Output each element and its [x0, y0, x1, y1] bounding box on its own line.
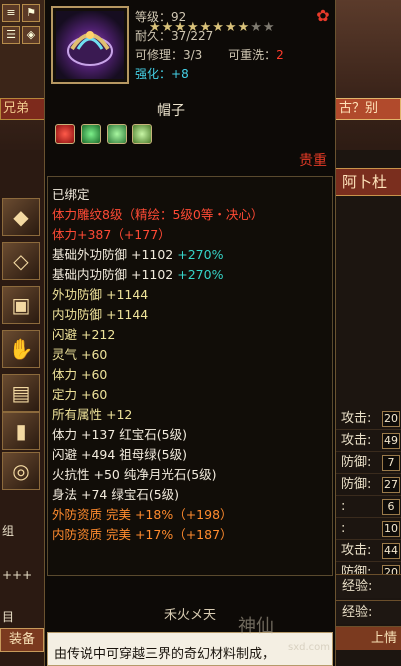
attribute-line: 定力 +60 [52, 387, 108, 402]
left-banner: 兄弟 [0, 98, 46, 120]
item-icon-frame [51, 6, 129, 84]
stamina-bonus: 体力+387（+177） [52, 227, 171, 242]
gem-slots [55, 124, 154, 146]
item-quality: 贵重 [299, 153, 327, 169]
equip-slot-belt[interactable]: ▤ [2, 374, 40, 412]
equip-slot-bracer[interactable]: ▣ [2, 286, 40, 324]
left-label-plus: +++ [2, 568, 33, 582]
character-name-banner: 阿卜杜 [335, 168, 401, 196]
site-watermark: 神仙 [238, 616, 274, 637]
aptitude-line: 外防资质 完美 +18%（+198） [52, 507, 233, 522]
item-maker: 禾火メ天 [163, 608, 216, 623]
item-name-row: 帽子 [45, 98, 335, 120]
hat-icon [56, 11, 124, 79]
aptitude-line: 内防资质 完美 +17%（+187） [52, 527, 233, 542]
equip-slot-glove[interactable]: ✋ [2, 330, 40, 368]
gem-attribute-line: 闪避 +494 祖母绿(5级) [52, 447, 187, 462]
stat-row: 防御: 7 [335, 452, 401, 474]
site-watermark-url: sxd.com [288, 642, 331, 653]
menu-icon[interactable]: ≡ [2, 4, 20, 22]
gem-attribute-line: 火抗性 +50 纯净月光石(5级) [52, 467, 217, 482]
attribute-line: 内功防御 +1144 [52, 307, 149, 322]
flag-icon[interactable]: ⚑ [22, 4, 40, 22]
attribute-line: 基础内功防御 +1102 +270% [52, 267, 224, 282]
item-enhance: 强化：+8 [135, 67, 189, 81]
attribute-line: 体力 +60 [52, 367, 108, 382]
attribute-line: 基础外功防御 +1102 +270% [52, 247, 224, 262]
bound-status: 已绑定 [52, 187, 90, 202]
ruby-gem-icon [55, 124, 75, 144]
emerald-gem-icon [80, 124, 101, 144]
stat-row: 攻击: 49 [335, 430, 401, 452]
attribute-line: 闪避 +212 [52, 327, 116, 342]
attribute-line: 所有属性 +12 [52, 407, 133, 422]
left-label-group: 组 [2, 524, 15, 538]
left-label-eye: 目 [2, 610, 15, 624]
equip-slot-amulet[interactable]: ◇ [2, 242, 40, 280]
stat-row: :10 [335, 518, 401, 540]
scroll-icon[interactable]: ☰ [2, 26, 20, 44]
map-icon[interactable]: ◈ [22, 26, 40, 44]
equipment-tab-button[interactable]: 装备 [0, 628, 44, 652]
stat-row: :6 [335, 496, 401, 518]
attribute-line: 灵气 +60 [52, 347, 108, 362]
equip-slot-hat[interactable]: ◆ [2, 198, 40, 236]
item-repair: 可修理：3/3 可重洗：2 [135, 48, 284, 62]
exp-row: 经验: [334, 574, 401, 598]
attribute-line: 外功防御 +1144 [52, 287, 149, 302]
moonstone-gem-icon [106, 124, 127, 144]
engrave-line: 体力雕纹8级（精绘：5级0等・决心） [52, 207, 264, 222]
stat-row: 攻击: 44 [335, 540, 401, 562]
stat-row: 防御: 27 [335, 474, 401, 496]
left-equipment-bar: ◆ ◇ ▣ ✋ ▤ ▮ ◎ 组 +++ 目 [0, 150, 44, 666]
right-banner: 古？别 [334, 98, 401, 120]
equip-slot-boots[interactable]: ▮ [2, 412, 40, 450]
equip-slot-ring[interactable]: ◎ [2, 452, 40, 490]
stat-row: 攻击: 20 [335, 408, 401, 430]
attribute-list: 已绑定 体力雕纹8级（精绘：5级0等・决心） 体力+387（+177） 基础外功… [47, 176, 333, 576]
green-gem-icon [132, 124, 153, 144]
gem-attribute-line: 身法 +74 绿宝石(5级) [52, 487, 180, 502]
exp-row: 经验: [334, 600, 401, 624]
star-rating: ★★★★★★★★★★ [149, 20, 276, 35]
gem-attribute-line: 体力 +137 红宝石(5级) [52, 427, 187, 442]
top-left-toolbar: ≡ ⚑ ☰ ◈ [0, 0, 44, 96]
right-bottom-button[interactable]: 上情 [334, 626, 401, 650]
item-name: 帽子 [157, 103, 185, 119]
item-tooltip: ✿ 等级：92 耐久：37/227 可修理：3/3 可重洗：2 强化：+8 帽子… [44, 0, 336, 666]
